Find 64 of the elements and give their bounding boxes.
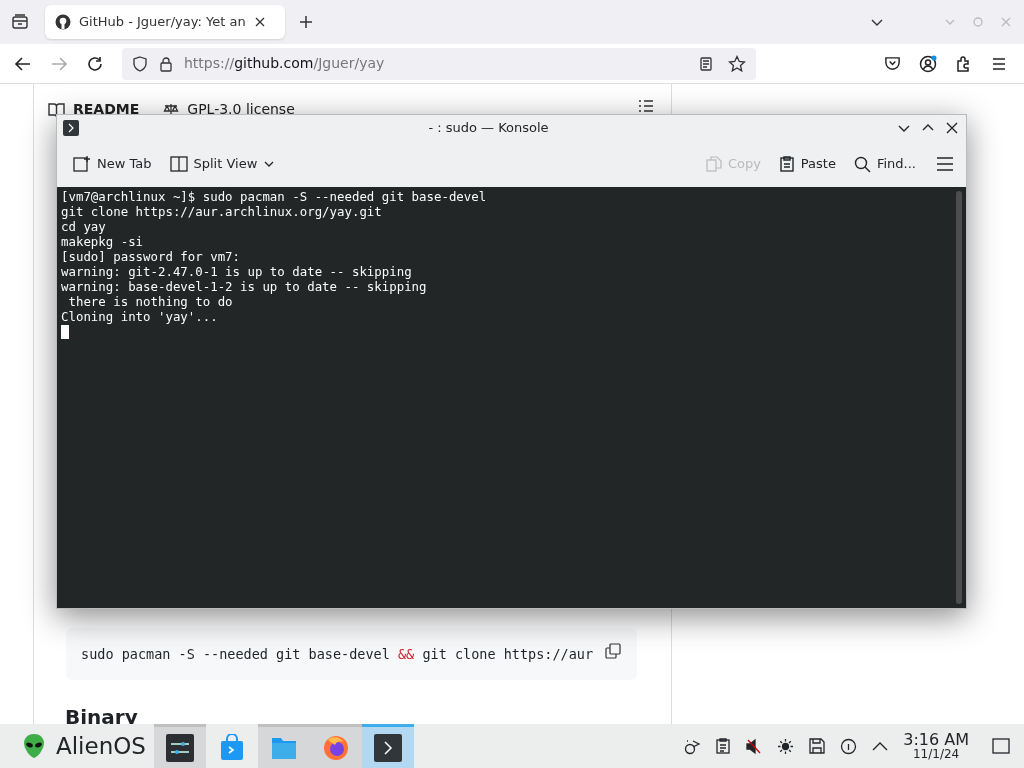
taskbar-button[interactable] bbox=[361, 724, 414, 768]
reload-icon[interactable] bbox=[86, 54, 104, 73]
copy-icon bbox=[705, 156, 722, 172]
taskbar-button[interactable] bbox=[309, 724, 362, 768]
clipboard-icon[interactable] bbox=[716, 738, 731, 754]
url-text: https://github.com/Jguer/yay bbox=[184, 54, 385, 73]
split-view-icon bbox=[169, 155, 188, 173]
alien-icon[interactable] bbox=[22, 733, 46, 759]
terminal-line: [vm7@archlinux ~]$ sudo pacman -S --needed git base-devel bbox=[61, 189, 488, 204]
terminal-line: there is nothing to do bbox=[67, 294, 234, 309]
clock-date[interactable]: 11/1/24 bbox=[913, 748, 960, 760]
taskbar-button[interactable] bbox=[153, 724, 206, 768]
terminal-line: Cloning into 'yay'... bbox=[61, 309, 219, 324]
new-tab-icon bbox=[73, 155, 91, 173]
terminal-line: makepkg -si bbox=[61, 234, 145, 249]
terminal-line: [sudo] password for vm7: bbox=[61, 249, 242, 264]
gauge-icon[interactable] bbox=[840, 737, 858, 755]
tab-title: GitHub - Jguer/yay: Yet an bbox=[79, 13, 246, 32]
code-line: sudo pacman -S --needed git base-devel && git clone https://aur bbox=[81, 644, 594, 664]
github-icon bbox=[55, 14, 71, 30]
muted-speaker-icon[interactable] bbox=[745, 737, 763, 755]
clipboard-icon bbox=[778, 156, 795, 172]
save-icon[interactable] bbox=[809, 738, 826, 754]
outline-icon[interactable] bbox=[638, 99, 654, 113]
toolbar-button[interactable]: Find... bbox=[847, 149, 922, 179]
text-cursor bbox=[61, 325, 69, 339]
toolbar-button[interactable]: Split View bbox=[163, 149, 282, 179]
launcher-label[interactable]: AlienOS bbox=[56, 728, 146, 764]
terminal-icon bbox=[63, 120, 79, 136]
network-icon[interactable] bbox=[684, 737, 702, 755]
lock-icon bbox=[158, 55, 174, 72]
shield-icon bbox=[132, 55, 148, 72]
toolbar-button[interactable]: Paste bbox=[772, 149, 842, 179]
close-icon[interactable] bbox=[253, 16, 266, 28]
browser-tab[interactable]: GitHub - Jguer/yay: Yet an bbox=[45, 5, 285, 39]
address-bar[interactable]: https://github.com/Jguer/yay bbox=[122, 47, 756, 80]
scrollbar[interactable] bbox=[956, 191, 962, 604]
window-title: - : sudo — Konsole bbox=[427, 119, 550, 138]
book-icon bbox=[48, 101, 65, 118]
menu-icon[interactable] bbox=[991, 55, 1007, 72]
back-icon[interactable] bbox=[14, 54, 32, 73]
toolbar-button[interactable]: New Tab bbox=[67, 149, 158, 179]
sliders-icon bbox=[165, 733, 194, 762]
close-icon[interactable] bbox=[946, 122, 958, 134]
terminal-icon bbox=[373, 733, 402, 762]
copy-icon[interactable] bbox=[605, 643, 622, 659]
terminal-line: warning: git-2.47.0-1 is up to date -- skipping bbox=[61, 264, 413, 279]
account-icon[interactable] bbox=[919, 54, 937, 73]
terminal-line: warning: base-devel-1-2 is up to date -- skipping bbox=[61, 279, 428, 294]
reader-view-icon[interactable] bbox=[698, 55, 714, 72]
terminal-line: git clone https://aur.archlinux.org/yay.git bbox=[61, 204, 383, 219]
menu-icon[interactable] bbox=[936, 156, 954, 172]
search-icon bbox=[853, 155, 871, 173]
clock-time[interactable]: 3:16 AM bbox=[903, 732, 969, 748]
tab-list-icon[interactable] bbox=[11, 13, 29, 31]
section-heading: Binary bbox=[65, 704, 138, 731]
pocket-icon[interactable] bbox=[884, 55, 901, 72]
show-desktop-icon[interactable] bbox=[992, 738, 1010, 754]
chevron-up-icon[interactable] bbox=[872, 740, 889, 752]
bookmark-star-icon[interactable] bbox=[728, 54, 746, 73]
terminal-line: cd yay bbox=[61, 219, 107, 234]
brightness-icon[interactable] bbox=[777, 737, 795, 755]
firefox-icon bbox=[321, 733, 350, 762]
new-tab-icon[interactable] bbox=[299, 15, 313, 29]
